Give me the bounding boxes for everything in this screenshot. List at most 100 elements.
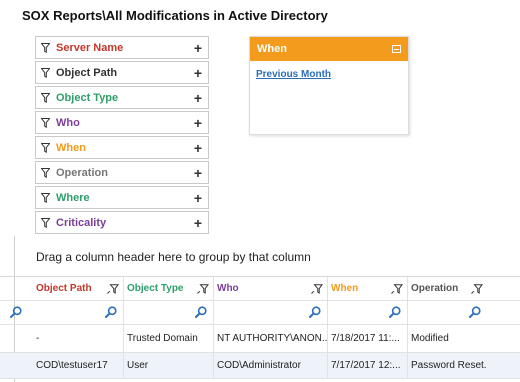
column-search-input[interactable] (213, 301, 327, 324)
table-cell: Trusted Domain (127, 333, 198, 344)
filter-icon (41, 192, 50, 203)
column-search-input[interactable] (123, 301, 213, 324)
filter-row-where[interactable]: Where + (35, 186, 209, 209)
filter-icon (41, 92, 50, 103)
column-header-object-type[interactable]: Object Type (123, 277, 213, 300)
filter-row-criticality[interactable]: Criticality + (35, 211, 209, 234)
filter-label: Object Path (56, 66, 118, 79)
previous-month-link[interactable]: Previous Month (256, 69, 408, 80)
filter-icon-wrap (41, 217, 51, 228)
table-cell: Modified (411, 333, 449, 344)
column-divider (213, 301, 214, 324)
column-search-input[interactable] (32, 301, 123, 324)
column-divider (123, 325, 124, 352)
search-icon[interactable] (309, 306, 321, 318)
row-search-cell[interactable] (6, 301, 30, 324)
search-icon[interactable] (105, 306, 117, 318)
search-icon[interactable] (389, 306, 401, 318)
filter-label: Object Type (56, 91, 119, 104)
table-cell: Password Reset... (411, 360, 487, 371)
add-filter-icon[interactable]: + (194, 166, 202, 180)
filter-label: Where (56, 191, 90, 204)
add-filter-icon[interactable]: + (194, 191, 202, 205)
filter-icon-wrap (41, 67, 51, 78)
table-cell: COD\Administrator (217, 360, 301, 371)
column-filter-icon[interactable] (107, 284, 119, 294)
column-filter-icon[interactable] (391, 284, 403, 294)
table-row[interactable]: - Trusted Domain NT AUTHORITY\ANON... 7/18/… (0, 325, 520, 353)
when-panel-header: When (250, 37, 408, 61)
search-icon[interactable] (10, 306, 22, 318)
table-cell: COD\testuser17 (36, 360, 108, 371)
filter-label: Server Name (56, 41, 124, 54)
filter-label: When (56, 141, 86, 154)
column-header-label: Who (217, 283, 239, 294)
filter-icon-wrap (41, 42, 51, 53)
filter-icon (41, 167, 50, 178)
column-header-label: Operation (411, 283, 459, 294)
filter-row-server-name[interactable]: Server Name + (35, 36, 209, 59)
filter-label: Criticality (56, 216, 107, 229)
filter-row-object-path[interactable]: Object Path + (35, 61, 209, 84)
column-divider (407, 325, 408, 352)
filter-row-object-type[interactable]: Object Type + (35, 86, 209, 109)
table-cell: NT AUTHORITY\ANON... (217, 333, 327, 344)
column-divider (327, 353, 328, 378)
add-filter-icon[interactable]: + (194, 66, 202, 80)
column-divider (407, 277, 408, 300)
column-filter-icon[interactable] (471, 284, 483, 294)
add-filter-icon[interactable]: + (194, 216, 202, 230)
search-icon[interactable] (195, 306, 207, 318)
add-filter-icon[interactable]: + (194, 91, 202, 105)
grid-header-row: Object Path Object Type Who When Operation (0, 276, 520, 301)
column-divider (407, 301, 408, 324)
filter-list: Server Name + Object Path + Object Type + Who +… (35, 36, 209, 236)
column-filter-icon[interactable] (311, 284, 323, 294)
filter-icon (41, 67, 50, 78)
table-row[interactable]: COD\testuser17 User COD\Administrator 7/17/… (0, 353, 520, 379)
column-divider (123, 301, 124, 324)
grid-search-row (0, 301, 520, 325)
column-header-operation[interactable]: Operation (407, 277, 487, 300)
filter-icon (41, 217, 50, 228)
column-header-object-path[interactable]: Object Path (32, 277, 123, 300)
filter-icon-wrap (41, 92, 51, 103)
column-search-input[interactable] (327, 301, 407, 324)
column-divider (123, 277, 124, 300)
filter-row-operation[interactable]: Operation + (35, 161, 209, 184)
column-divider (213, 353, 214, 378)
column-header-label: Object Path (36, 283, 92, 294)
search-icon[interactable] (469, 306, 481, 318)
filter-icon-wrap (41, 117, 51, 128)
filter-icon (41, 142, 50, 153)
when-panel-title: When (257, 43, 287, 55)
add-filter-icon[interactable]: + (194, 116, 202, 130)
results-grid: Object Path Object Type Who When Operation - T… (0, 276, 520, 379)
column-header-label: When (331, 283, 359, 294)
column-divider (407, 353, 408, 378)
column-divider (213, 277, 214, 300)
filter-icon-wrap (41, 192, 51, 203)
column-header-who[interactable]: Who (213, 277, 327, 300)
filter-icon-wrap (41, 167, 51, 178)
filter-label: Who (56, 116, 80, 129)
filter-icon (41, 42, 50, 53)
group-by-hint: Drag a column header here to group by th… (36, 250, 311, 264)
table-cell: 7/18/2017 11:... (331, 333, 400, 344)
column-divider (213, 325, 214, 352)
column-divider (327, 325, 328, 352)
filter-row-who[interactable]: Who + (35, 111, 209, 134)
table-cell: - (36, 333, 40, 344)
add-filter-icon[interactable]: + (194, 41, 202, 55)
filter-row-when[interactable]: When + (35, 136, 209, 159)
column-divider (123, 353, 124, 378)
column-header-when[interactable]: When (327, 277, 407, 300)
minimize-icon[interactable] (392, 45, 401, 53)
filter-label: Operation (56, 166, 108, 179)
page-title: SOX Reports\All Modifications in Active … (22, 8, 328, 23)
table-cell: User (127, 360, 149, 371)
filter-icon-wrap (41, 142, 51, 153)
column-search-input[interactable] (407, 301, 487, 324)
column-filter-icon[interactable] (197, 284, 209, 294)
add-filter-icon[interactable]: + (194, 141, 202, 155)
